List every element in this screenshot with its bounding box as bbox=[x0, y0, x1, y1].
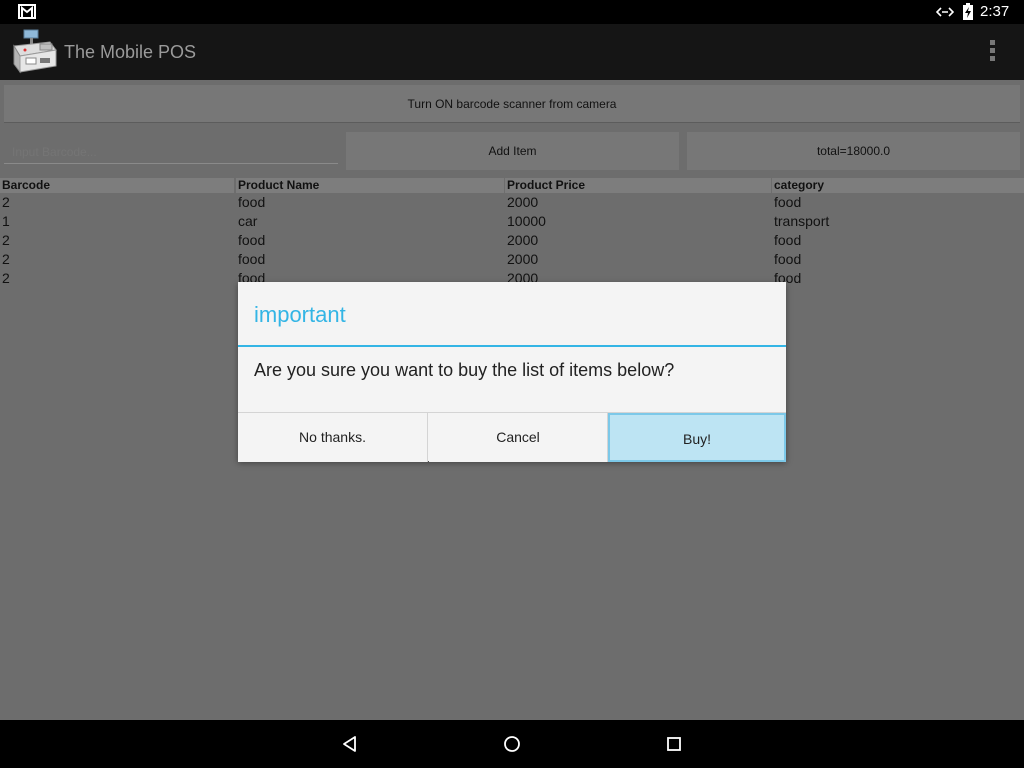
table-row[interactable]: 2 food 2000 food bbox=[0, 231, 1024, 250]
cancel-button[interactable]: Cancel bbox=[429, 413, 608, 462]
table-header: Barcode Product Name Product Price categ… bbox=[0, 178, 1024, 193]
no-thanks-button[interactable]: No thanks. bbox=[238, 413, 428, 462]
table-row[interactable]: 2 food 2000 food bbox=[0, 250, 1024, 269]
header-product-name: Product Name bbox=[236, 178, 504, 193]
back-icon[interactable] bbox=[340, 734, 360, 754]
header-barcode: Barcode bbox=[0, 178, 234, 193]
action-bar: The Mobile POS bbox=[0, 24, 1024, 80]
recents-icon[interactable] bbox=[664, 734, 684, 754]
gmail-icon bbox=[18, 4, 36, 19]
header-category: category bbox=[772, 178, 1024, 193]
cell-category: food bbox=[774, 194, 802, 210]
buy-button[interactable]: Buy! bbox=[608, 413, 786, 462]
cell-product-name: food bbox=[238, 232, 266, 248]
cell-category: food bbox=[774, 232, 802, 248]
screen: 2:37 The Mobile POS Turn ON barcode scan… bbox=[0, 0, 1024, 768]
cell-category: food bbox=[774, 270, 802, 286]
dialog-divider bbox=[238, 345, 786, 347]
cell-product-name: car bbox=[238, 213, 258, 229]
cell-product-name: food bbox=[238, 194, 266, 210]
add-item-button[interactable]: Add Item bbox=[346, 132, 679, 170]
cell-category: food bbox=[774, 251, 802, 267]
dialog-button-bar: No thanks. Cancel Buy! bbox=[238, 412, 786, 462]
cell-category: transport bbox=[774, 213, 830, 229]
barcode-input[interactable] bbox=[4, 140, 338, 164]
cell-barcode: 1 bbox=[2, 213, 10, 229]
cell-product-price: 2000 bbox=[507, 251, 539, 267]
cell-product-price: 2000 bbox=[507, 194, 539, 210]
cell-barcode: 2 bbox=[2, 232, 10, 248]
sync-icon bbox=[936, 7, 954, 17]
dialog-title: important bbox=[254, 302, 346, 327]
cell-product-price: 10000 bbox=[507, 213, 546, 229]
table-row[interactable]: 2 food 2000 food bbox=[0, 193, 1024, 212]
barcode-scanner-button[interactable]: Turn ON barcode scanner from camera bbox=[4, 85, 1020, 123]
cash-register-icon bbox=[13, 29, 57, 74]
confirm-dialog: important Are you sure you want to buy t… bbox=[238, 282, 786, 462]
clock-time: 2:37 bbox=[980, 3, 1010, 20]
table-row[interactable]: 1 car 10000 transport bbox=[0, 212, 1024, 231]
app-title: The Mobile POS bbox=[64, 42, 197, 62]
cell-barcode: 2 bbox=[2, 194, 10, 210]
overflow-menu-icon[interactable] bbox=[980, 38, 1004, 66]
items-table: Barcode Product Name Product Price categ… bbox=[0, 178, 1024, 288]
cell-product-price: 2000 bbox=[507, 232, 539, 248]
cell-barcode: 2 bbox=[2, 270, 10, 286]
cell-product-name: food bbox=[238, 251, 266, 267]
navigation-bar bbox=[0, 720, 1024, 768]
total-button[interactable]: total=18000.0 bbox=[687, 132, 1020, 170]
dialog-message: Are you sure you want to buy the list of… bbox=[254, 360, 675, 380]
cell-barcode: 2 bbox=[2, 251, 10, 267]
status-bar: 2:37 bbox=[0, 0, 1024, 24]
battery-charging-icon bbox=[963, 3, 973, 20]
home-icon[interactable] bbox=[502, 734, 522, 754]
header-product-price: Product Price bbox=[505, 178, 771, 193]
